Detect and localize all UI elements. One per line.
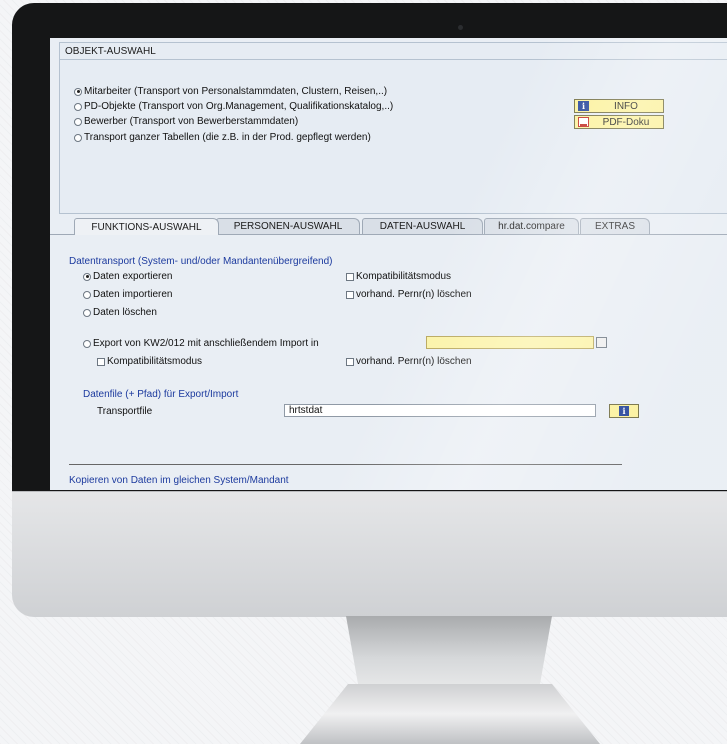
monitor-stand-neck [346, 616, 552, 686]
checkbox-kw-kompatibilitaetsmodus[interactable]: Kompatibilitätsmodus [97, 356, 202, 367]
checkbox[interactable] [346, 357, 354, 366]
tab-strip: FUNKTIONS-AUSWAHL PERSONEN-AUSWAHL DATEN… [50, 218, 727, 235]
pdf-icon [578, 117, 589, 127]
camera-dot [458, 25, 463, 30]
info-icon: i [578, 101, 589, 111]
radio-label: Mitarbeiter (Transport von Personalstamm… [84, 86, 388, 97]
tab-hr-dat-compare[interactable]: hr.dat.compare [484, 218, 579, 234]
radio-daten-exportieren[interactable]: Daten exportieren [83, 271, 173, 282]
sap-screen: OBJEKT-AUSWAHL Mitarbeiter (Transport vo… [50, 38, 727, 490]
checkbox-label: vorhand. Pernr(n) löschen [356, 289, 472, 300]
transportfile-label: Transportfile [97, 406, 153, 417]
datenfile-header: Datenfile (+ Pfad) für Export/Import [83, 389, 239, 400]
tab-personen-auswahl[interactable]: PERSONEN-AUSWAHL [216, 218, 360, 234]
checkbox-label: vorhand. Pernr(n) löschen [356, 356, 472, 367]
tab-extras[interactable]: EXTRAS [580, 218, 650, 234]
radio-daten-importieren[interactable]: Daten importieren [83, 289, 172, 300]
checkbox-kw-pernr-loeschen[interactable]: vorhand. Pernr(n) löschen [346, 356, 472, 367]
radio-label: Transport ganzer Tabellen (die z.B. in d… [84, 132, 371, 143]
checkbox-label: Kompatibilitätsmodus [356, 271, 452, 282]
radio-button[interactable] [83, 272, 91, 281]
checkbox[interactable] [97, 357, 105, 366]
radio-button[interactable] [83, 308, 91, 317]
radio-pd-objekte[interactable]: PD-Objekte (Transport von Org.Management… [74, 101, 393, 112]
radio-label: PD-Objekte (Transport von Org.Management… [84, 101, 394, 112]
radio-button[interactable] [83, 290, 91, 299]
radio-label: Daten löschen [93, 307, 157, 318]
checkbox[interactable] [346, 272, 354, 281]
objekt-auswahl-title: OBJEKT-AUSWAHL [65, 46, 156, 57]
monitor-stand-foot [300, 684, 600, 744]
tab-daten-auswahl[interactable]: DATEN-AUSWAHL [362, 218, 483, 234]
checkbox[interactable] [346, 290, 354, 299]
pdf-button-label: PDF-Doku [602, 116, 650, 128]
pdf-doku-button[interactable]: PDF-Doku [574, 115, 664, 129]
radio-label: Export von KW2/012 mit anschließendem Im… [93, 338, 319, 349]
checkbox-kompatibilitaetsmodus[interactable]: Kompatibilitätsmodus [346, 271, 451, 282]
info-button-label: INFO [614, 100, 638, 112]
radio-daten-loeschen[interactable]: Daten löschen [83, 307, 157, 318]
radio-label: Daten exportieren [93, 271, 173, 282]
datentransport-header: Datentransport (System- und/oder Mandant… [69, 256, 333, 267]
radio-button[interactable] [74, 133, 82, 142]
radio-label: Daten importieren [93, 289, 173, 300]
radio-kw-export[interactable]: Export von KW2/012 mit anschließendem Im… [83, 338, 319, 349]
radio-button[interactable] [74, 87, 82, 96]
radio-bewerber[interactable]: Bewerber (Transport von Bewerberstammdat… [74, 116, 298, 127]
kopieren-header: Kopieren von Daten im gleichen System/Ma… [69, 475, 289, 486]
checkbox-label: Kompatibilitätsmodus [107, 356, 203, 367]
search-help-icon[interactable] [596, 337, 607, 348]
radio-button[interactable] [74, 102, 82, 111]
radio-button[interactable] [74, 117, 82, 126]
tab-funktions-auswahl[interactable]: FUNKTIONS-AUSWAHL [74, 218, 219, 235]
objekt-auswahl-section: OBJEKT-AUSWAHL Mitarbeiter (Transport vo… [59, 42, 727, 214]
radio-tabellen[interactable]: Transport ganzer Tabellen (die z.B. in d… [74, 132, 371, 143]
info-icon: i [619, 406, 629, 416]
radio-label: Bewerber (Transport von Bewerberstammdat… [84, 116, 299, 127]
kw-target-input[interactable] [426, 336, 594, 349]
info-button[interactable]: i INFO [574, 99, 664, 113]
monitor-chin [12, 491, 727, 617]
checkbox-pernr-loeschen[interactable]: vorhand. Pernr(n) löschen [346, 289, 472, 300]
radio-button[interactable] [83, 339, 91, 348]
section-divider [69, 464, 622, 465]
section-divider [60, 59, 727, 60]
transportfile-info-button[interactable]: i [609, 404, 639, 418]
transportfile-input[interactable]: hrtstdat [284, 404, 596, 417]
radio-mitarbeiter[interactable]: Mitarbeiter (Transport von Personalstamm… [74, 86, 387, 97]
